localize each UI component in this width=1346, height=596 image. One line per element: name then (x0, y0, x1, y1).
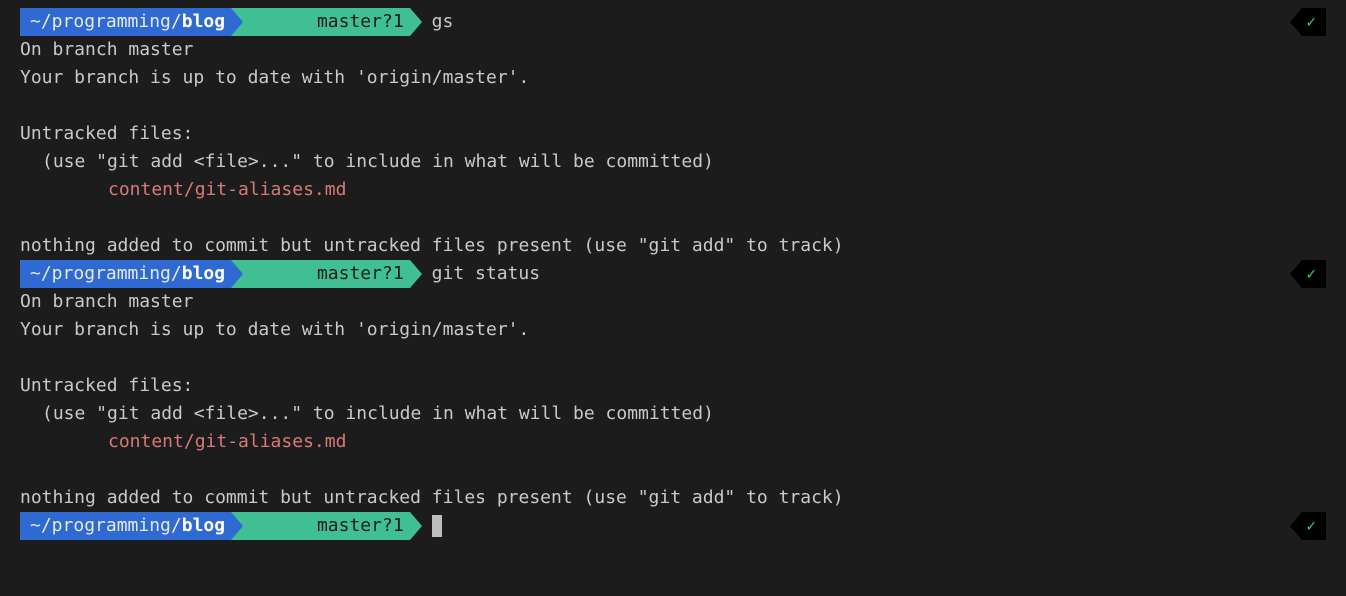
git-status: ?1 (382, 260, 404, 288)
blank-line (0, 92, 1346, 120)
path-dir: blog (182, 8, 225, 36)
path-prefix: /programming/ (41, 260, 182, 288)
git-branch: master (317, 260, 382, 288)
path-prefix: /programming/ (41, 8, 182, 36)
path-segment: ~/programming/blog (20, 512, 231, 540)
chevron-right-icon (410, 512, 422, 540)
git-segment: master ?1 (231, 260, 410, 288)
chevron-right-icon (410, 260, 422, 288)
output-line: Untracked files: (0, 120, 1346, 148)
check-icon: ✓ (1302, 260, 1326, 288)
command-input[interactable]: git status (422, 260, 540, 288)
prompt-row-1: ~/programming/blog master ?1 gs ✓ (0, 8, 1346, 36)
chevron-left-icon (1290, 8, 1302, 36)
output-line: Your branch is up to date with 'origin/m… (0, 316, 1346, 344)
shell-prompt[interactable]: ~/programming/blog master ?1 (20, 512, 442, 540)
path-segment: ~/programming/blog (20, 8, 231, 36)
check-icon: ✓ (1302, 8, 1326, 36)
status-badge: ✓ (1290, 260, 1326, 288)
output-line: Untracked files: (0, 372, 1346, 400)
output-line: On branch master (0, 36, 1346, 64)
path-tilde: ~ (30, 260, 41, 288)
chevron-right-icon (410, 8, 422, 36)
blank-line (0, 344, 1346, 372)
prompt-row-2: ~/programming/blog master ?1 git status … (0, 260, 1346, 288)
git-segment: master ?1 (231, 8, 410, 36)
untracked-file: content/git-aliases.md (0, 176, 1346, 204)
path-segment: ~/programming/blog (20, 260, 231, 288)
path-dir: blog (182, 512, 225, 540)
check-icon: ✓ (1302, 512, 1326, 540)
output-line: (use "git add <file>..." to include in w… (0, 148, 1346, 176)
blank-line (0, 456, 1346, 484)
command-input[interactable]: gs (422, 8, 454, 36)
shell-prompt[interactable]: ~/programming/blog master ?1 gs (20, 8, 453, 36)
output-line: On branch master (0, 288, 1346, 316)
output-line: (use "git add <file>..." to include in w… (0, 400, 1346, 428)
path-tilde: ~ (30, 512, 41, 540)
chevron-left-icon (1290, 260, 1302, 288)
chevron-right-icon (231, 260, 243, 288)
git-segment: master ?1 (231, 512, 410, 540)
git-status: ?1 (382, 512, 404, 540)
status-badge: ✓ (1290, 8, 1326, 36)
blank-line (0, 204, 1346, 232)
output-line: Your branch is up to date with 'origin/m… (0, 64, 1346, 92)
chevron-left-icon (1290, 512, 1302, 540)
git-status: ?1 (382, 8, 404, 36)
untracked-file: content/git-aliases.md (0, 428, 1346, 456)
output-line: nothing added to commit but untracked fi… (0, 484, 1346, 512)
chevron-right-icon (231, 512, 243, 540)
status-badge: ✓ (1290, 512, 1326, 540)
path-tilde: ~ (30, 8, 41, 36)
path-dir: blog (182, 260, 225, 288)
chevron-right-icon (231, 8, 243, 36)
prompt-row-3: ~/programming/blog master ?1 ✓ (0, 512, 1346, 540)
cursor[interactable] (432, 515, 442, 537)
path-prefix: /programming/ (41, 512, 182, 540)
shell-prompt[interactable]: ~/programming/blog master ?1 git status (20, 260, 540, 288)
output-line: nothing added to commit but untracked fi… (0, 232, 1346, 260)
git-branch: master (317, 8, 382, 36)
git-branch: master (317, 512, 382, 540)
